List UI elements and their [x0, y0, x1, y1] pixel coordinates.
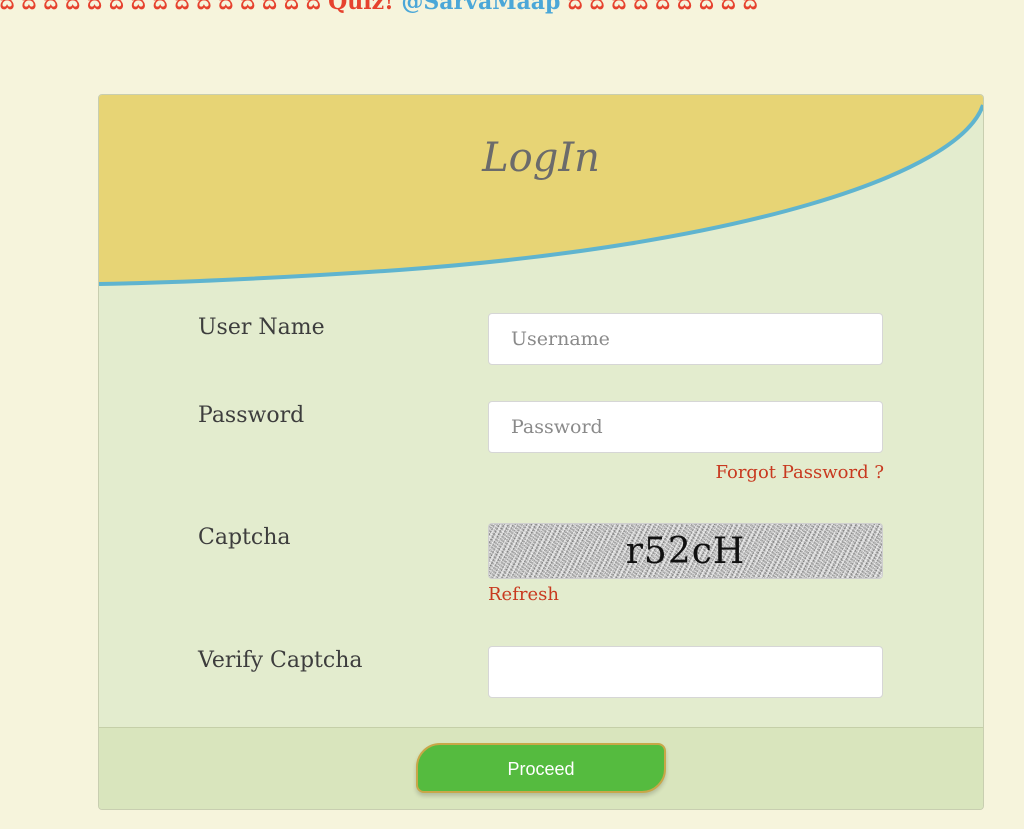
forgot-password-link[interactable]: Forgot Password ? [715, 462, 884, 483]
marquee-part-3: ದ ದ ದ ದ ದ ದ ದ ದ ದ [568, 0, 758, 15]
proceed-button[interactable]: Proceed [416, 743, 666, 793]
captcha-code: r52cH [625, 531, 746, 572]
marquee-part-1: ದ ದ ದ ದ ದ ದ ದ ದ ದ ದ ದ ದ ದ ದ ದ Quiz! [0, 0, 394, 15]
marquee-text: ದ ದ ದ ದ ದ ದ ದ ದ ದ ದ ದ ದ ದ ದ ದ Quiz! @Sar… [0, 0, 1024, 16]
verify-captcha-label: Verify Captcha [198, 648, 363, 673]
header-wave [99, 95, 983, 286]
captcha-label: Captcha [198, 525, 291, 550]
login-card: LogIn User Name Password Forgot Password… [98, 94, 984, 810]
password-label: Password [198, 403, 305, 428]
login-header: LogIn [99, 95, 983, 295]
verify-captcha-input[interactable] [488, 646, 883, 698]
username-input[interactable] [488, 313, 883, 365]
refresh-captcha-link[interactable]: Refresh [488, 584, 559, 605]
password-input[interactable] [488, 401, 883, 453]
captcha-image: r52cH [488, 523, 883, 579]
card-footer: Proceed [99, 727, 983, 809]
login-title: LogIn [482, 135, 600, 181]
username-label: User Name [198, 315, 325, 340]
marquee-part-2: @SarvaMaap [401, 0, 561, 15]
